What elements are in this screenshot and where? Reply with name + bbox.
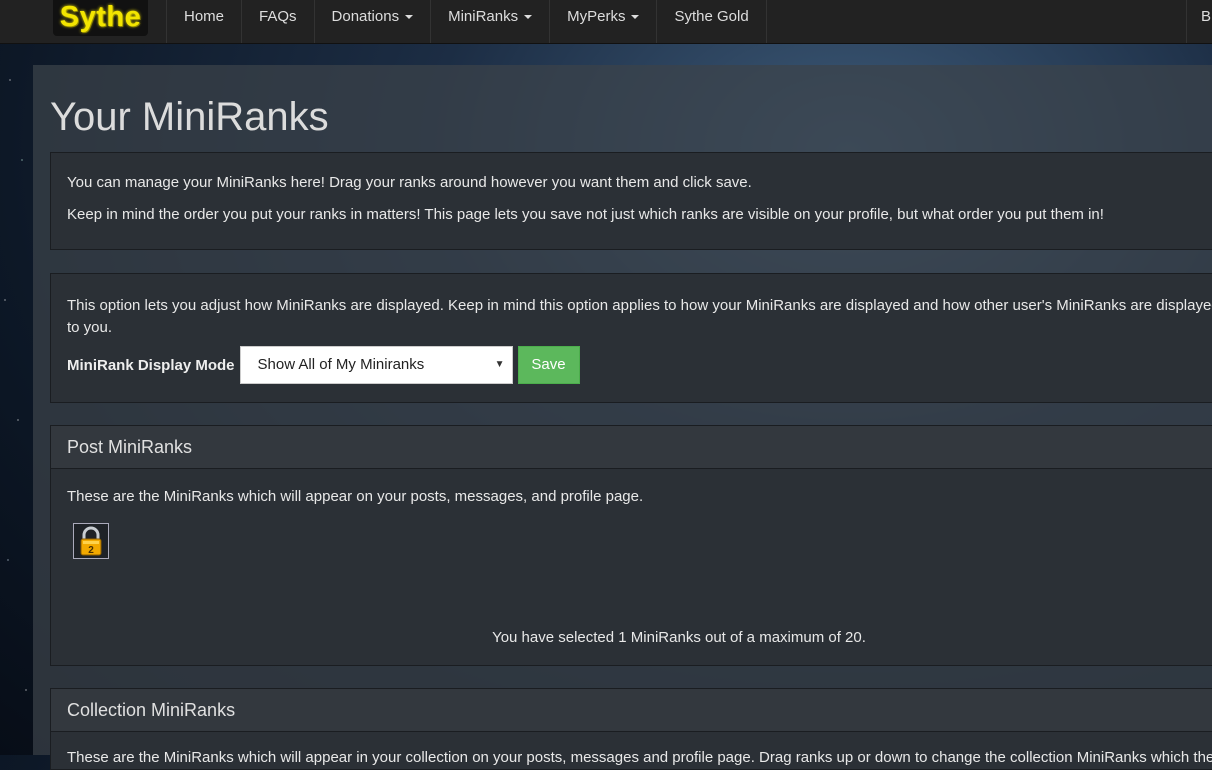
nav-right-item[interactable]: B [1186,0,1211,43]
sythe-logo[interactable]: Sythe [53,0,148,36]
nav-myperks-dropdown[interactable]: MyPerks [549,0,656,43]
main-container: Your MiniRanks You can manage your MiniR… [33,65,1212,770]
save-display-mode-button[interactable]: Save [517,346,580,384]
caret-down-icon [405,15,414,20]
nav-faqs-label: FAQs [259,8,297,25]
padlock-icon[interactable]: 2 [73,523,109,559]
display-mode-description: This option lets you adjust how MiniRank… [67,297,1212,336]
display-mode-select[interactable]: Show All of My Miniranks ▼ [239,346,513,384]
intro-line-1: You can manage your MiniRanks here! Drag… [67,174,752,191]
nav-donations-dropdown[interactable]: Donations [313,0,431,43]
intro-line-2: Keep in mind the order you put your rank… [67,206,1104,223]
display-mode-panel: This option lets you adjust how MiniRank… [50,273,1212,403]
nav-miniranks-dropdown[interactable]: MiniRanks [430,0,549,43]
svg-text:2: 2 [88,545,94,556]
dropdown-arrow-icon: ▼ [494,359,505,370]
nav-donations-label: Donations [331,8,400,25]
nav-menu: Home FAQs Donations MiniRanks MyPerks Sy… [166,0,767,43]
post-miniranks-heading: Post MiniRanks [51,426,1212,469]
nav-home[interactable]: Home [166,0,241,43]
caret-down-icon [631,15,640,20]
display-mode-row: MiniRank Display Mode Show All of My Min… [67,345,580,385]
page-title: Your MiniRanks [50,95,329,139]
nav-home-label: Home [184,8,225,25]
padlock-icon-graphic: 2 [80,526,102,556]
nav-sythe-gold[interactable]: Sythe Gold [656,0,767,43]
display-mode-label: MiniRank Display Mode [67,356,235,374]
intro-panel: You can manage your MiniRanks here! Drag… [50,152,1212,250]
post-miniranks-description: These are the MiniRanks which will appea… [67,488,644,505]
nav-sythe-gold-label: Sythe Gold [674,8,749,25]
collection-miniranks-description: These are the MiniRanks which will appea… [67,749,1212,766]
top-navbar: Sythe Home FAQs Donations MiniRanks MyPe… [0,0,1212,44]
caret-down-icon [524,15,533,20]
collection-miniranks-panel: Collection MiniRanks These are the MiniR… [50,688,1212,770]
display-mode-selected-value: Show All of My Miniranks [257,356,425,373]
collection-miniranks-heading: Collection MiniRanks [51,689,1212,732]
nav-myperks-label: MyPerks [567,8,626,25]
miniranks-count-text: You have selected 1 MiniRanks out of a m… [492,629,866,646]
nav-miniranks-label: MiniRanks [448,8,519,25]
post-miniranks-panel: Post MiniRanks These are the MiniRanks w… [50,425,1212,666]
nav-faqs[interactable]: FAQs [241,0,314,43]
